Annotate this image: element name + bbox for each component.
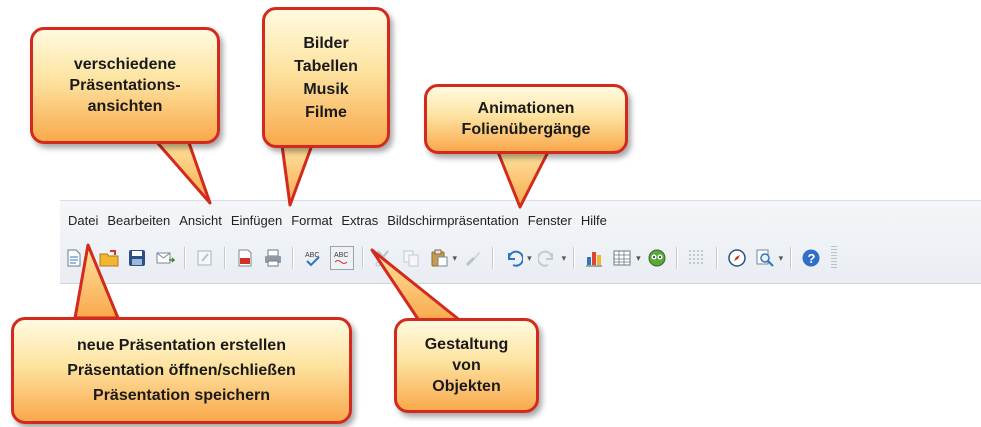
- menu-hilfe[interactable]: Hilfe: [581, 213, 607, 228]
- chart-icon[interactable]: [583, 247, 605, 269]
- callout-text-line: ansichten: [87, 98, 163, 115]
- standard-toolbar: ▾ ABC ABC ▾ ▾ ▾ ▾ ▾ ?: [60, 241, 838, 275]
- export-pdf-icon[interactable]: [234, 247, 256, 269]
- spellcheck-icon[interactable]: ABC: [302, 247, 324, 269]
- menu-bildschirmpraesentation[interactable]: Bildschirmpräsentation: [387, 213, 519, 228]
- svg-text:?: ?: [808, 251, 816, 266]
- callout-text-line: Gestaltung: [424, 336, 509, 353]
- menu-fenster[interactable]: Fenster: [528, 213, 572, 228]
- zoom-icon[interactable]: [754, 247, 776, 269]
- grid-icon[interactable]: [686, 247, 708, 269]
- cut-icon[interactable]: [372, 247, 394, 269]
- callout-text-line: Präsentations-: [69, 77, 181, 94]
- menu-einfuegen[interactable]: Einfügen: [231, 213, 282, 228]
- callout-text-line: neue Präsentation erstellen: [77, 337, 286, 354]
- undo-icon[interactable]: [502, 247, 524, 269]
- toolbar-separator: [675, 247, 678, 269]
- callout-text-line: Animationen: [477, 100, 575, 117]
- callout-text-line: Filme: [305, 103, 347, 121]
- callout-presentation-views: verschiedene Präsentations- ansichten: [30, 27, 220, 144]
- toolbar-separator: [183, 247, 186, 269]
- callout-text-line: Präsentation öffnen/schließen: [67, 362, 296, 379]
- callout-views-tail: [153, 138, 212, 205]
- toolbar-separator: [361, 247, 364, 269]
- callout-text-line: Bilder: [303, 34, 349, 52]
- print-icon[interactable]: [262, 247, 284, 269]
- menu-format[interactable]: Format: [291, 213, 332, 228]
- menu-bearbeiten[interactable]: Bearbeiten: [107, 213, 170, 228]
- menu-bar: Datei Bearbeiten Ansicht Einfügen Format…: [60, 209, 607, 231]
- toolbar-separator: [291, 247, 294, 269]
- callout-text-line: verschiedene: [73, 56, 177, 73]
- toolbar-separator: [573, 247, 576, 269]
- callout-text-line: Folienübergänge: [461, 121, 591, 138]
- zoom-dropdown-icon[interactable]: ▾: [779, 253, 784, 264]
- toolbar-separator: [790, 247, 793, 269]
- callout-text-line: Objekten: [432, 378, 501, 395]
- svg-text:ABC: ABC: [334, 252, 348, 259]
- new-dropdown-icon[interactable]: ▾: [88, 253, 93, 264]
- copy-icon[interactable]: [400, 247, 422, 269]
- table-dropdown-icon[interactable]: ▾: [636, 253, 641, 264]
- callout-animations: Animationen Folienübergänge: [424, 84, 628, 154]
- app-window: Datei Bearbeiten Ansicht Einfügen Format…: [60, 200, 981, 284]
- paste-icon[interactable]: [428, 247, 450, 269]
- navigator-icon[interactable]: [726, 247, 748, 269]
- new-document-icon[interactable]: [63, 247, 85, 269]
- table-icon[interactable]: [611, 247, 633, 269]
- save-icon[interactable]: [126, 247, 148, 269]
- toolbar-separator: [715, 247, 718, 269]
- callout-animations-tail: [496, 150, 550, 209]
- format-paintbrush-icon[interactable]: [462, 247, 484, 269]
- menu-datei[interactable]: Datei: [68, 213, 98, 228]
- toolbar-overflow-handle[interactable]: [831, 246, 838, 270]
- open-folder-icon[interactable]: [98, 247, 120, 269]
- callout-text-line: von: [452, 357, 481, 374]
- toolbar-separator: [223, 247, 226, 269]
- menu-ansicht[interactable]: Ansicht: [179, 213, 222, 228]
- callout-file-operations: neue Präsentation erstellen Präsentation…: [11, 317, 352, 424]
- edit-file-icon[interactable]: [194, 247, 216, 269]
- autospellcheck-icon[interactable]: ABC: [329, 246, 354, 270]
- callout-insert-tail: [280, 143, 314, 207]
- redo-icon[interactable]: [537, 247, 559, 269]
- callout-object-formatting: Gestaltung von Objekten: [394, 318, 539, 413]
- toolbar-separator: [492, 247, 495, 269]
- email-icon[interactable]: [154, 247, 176, 269]
- paste-dropdown-icon[interactable]: ▾: [453, 253, 458, 264]
- callout-text-line: Präsentation speichern: [93, 387, 270, 404]
- media-icon[interactable]: [646, 247, 668, 269]
- help-icon[interactable]: ?: [800, 247, 822, 269]
- undo-dropdown-icon[interactable]: ▾: [527, 253, 532, 264]
- callout-insert-media: Bilder Tabellen Musik Filme: [262, 7, 390, 148]
- callout-text-line: Tabellen: [294, 57, 358, 75]
- redo-dropdown-icon[interactable]: ▾: [562, 253, 567, 264]
- callout-text-line: Musik: [303, 80, 349, 98]
- menu-extras[interactable]: Extras: [341, 213, 378, 228]
